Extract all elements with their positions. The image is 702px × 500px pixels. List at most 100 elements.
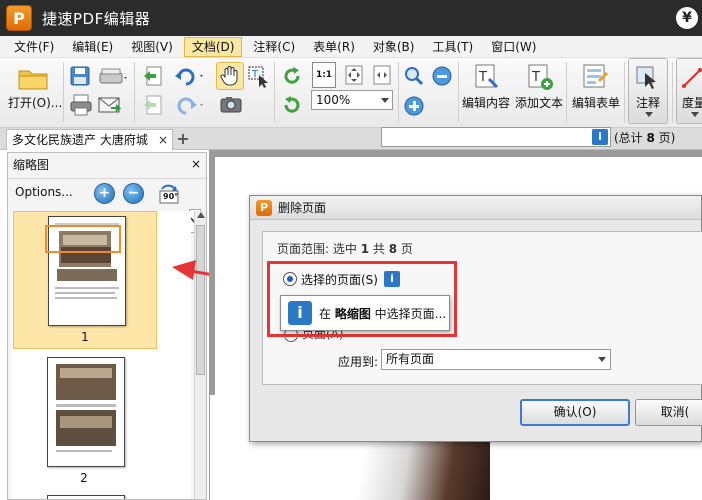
app-title: 捷速PDF编辑器 (42, 9, 151, 28)
menu-object[interactable]: 对象(B) (366, 37, 422, 57)
apply-to-label: 应用到: (338, 355, 379, 369)
svg-text:T: T (478, 70, 487, 85)
actual-size-icon[interactable]: 1:1 (312, 62, 336, 88)
page-next-icon[interactable] (140, 92, 164, 118)
rotate-90-label: 90° (163, 192, 179, 201)
snapshot-icon[interactable] (220, 94, 242, 114)
menu-form[interactable]: 表单(R) (306, 37, 362, 57)
page-range-input[interactable]: i (381, 127, 611, 147)
scrollbar-thumb[interactable] (196, 225, 205, 375)
thumbnail-panel: 缩略图 × Options... + − 90° 1 2 (7, 152, 207, 500)
svg-text:T: T (531, 70, 540, 85)
tooltip: i 在 略缩图 中选择页面... (280, 295, 450, 331)
thumbnail-page-3-partial[interactable] (47, 495, 125, 499)
zoom-out-thumb-icon[interactable]: − (123, 183, 144, 204)
annotate-chevron-down-icon (645, 112, 653, 118)
info-icon[interactable]: i (592, 129, 608, 145)
dialog-title-bar: P 删除页面 (250, 196, 701, 220)
marquee-zoom-icon[interactable] (402, 64, 426, 88)
apply-to-value: 所有页面 (386, 352, 435, 366)
measure-icon (680, 64, 702, 92)
measure-label: 度量 (682, 96, 702, 110)
undo-icon[interactable] (172, 64, 208, 88)
menu-window[interactable]: 窗口(W) (484, 37, 543, 57)
options-menu[interactable]: Options... (15, 185, 73, 199)
email-icon[interactable] (96, 92, 122, 118)
zoom-value: 100% (316, 93, 351, 107)
annotate-label: 注释 (636, 96, 661, 110)
select-text-icon[interactable]: T (246, 64, 270, 90)
thumbnail-image (45, 216, 126, 326)
menu-edit[interactable]: 编辑(E) (65, 37, 120, 57)
panel-close-icon[interactable]: × (191, 157, 201, 171)
redo-icon[interactable] (172, 92, 208, 118)
range-prefix: 页面范围: 选中 (277, 242, 361, 256)
apply-to-select[interactable]: 所有页面 (381, 349, 611, 370)
title-bar: P 捷速PDF编辑器 ¥ (0, 0, 702, 36)
fit-page-icon[interactable] (342, 62, 366, 88)
fit-width-icon[interactable] (370, 62, 394, 88)
svg-text:T: T (251, 69, 259, 80)
print-icon[interactable] (68, 92, 94, 118)
range-suffix: 页 (397, 242, 413, 256)
range-count: 1 (360, 242, 370, 256)
hand-tool-icon[interactable] (216, 62, 244, 90)
tab-document[interactable]: 多文化民族遗产 大唐府城 × (6, 129, 173, 150)
ok-button[interactable]: 确认(O) (520, 399, 630, 426)
toolbar: 打开(O)... T 1:1 100% T 编辑内容 T 添加文本 编辑表单 注… (0, 58, 702, 128)
rotate-cw-icon[interactable] (280, 64, 304, 88)
range-total: 8 (388, 242, 398, 256)
tooltip-text: 在 略缩图 中选择页面... (319, 305, 446, 322)
tab-document-label: 多文化民族遗产 大唐府城 (12, 133, 148, 147)
dialog-logo: P (256, 200, 272, 216)
zoom-in-icon[interactable] (402, 94, 426, 118)
menu-tools[interactable]: 工具(T) (425, 37, 480, 57)
total-pages-label: (总计 8 页) (614, 129, 675, 146)
menu-comment[interactable]: 注释(C) (246, 37, 302, 57)
scanner-icon[interactable] (96, 64, 130, 88)
menu-document[interactable]: 文档(D) (183, 36, 243, 57)
page-prev-icon[interactable] (140, 64, 164, 88)
edit-content-label[interactable]: 编辑内容 (462, 94, 510, 111)
scroll-up-icon[interactable] (197, 212, 205, 218)
add-text-icon[interactable]: T (525, 62, 555, 92)
tooltip-prefix: 在 (319, 306, 335, 321)
dialog-title: 删除页面 (278, 201, 327, 215)
add-text-label[interactable]: 添加文本 (515, 94, 563, 111)
thumbnail-number: 1 (81, 330, 89, 344)
rotate-ccw-icon[interactable] (280, 92, 304, 118)
close-icon[interactable]: × (158, 130, 168, 150)
total-prefix: (总计 (614, 131, 647, 145)
yen-icon[interactable]: ¥ (676, 7, 698, 29)
cancel-button[interactable]: 取消( (635, 399, 702, 426)
menu-bar: 文件(F) 编辑(E) 视图(V) 文档(D) 注释(C) 表单(R) 对象(B… (0, 36, 702, 58)
new-tab-button[interactable]: + (175, 130, 191, 148)
thumbnail-image (47, 357, 125, 467)
thumbnail-view-box (45, 225, 121, 253)
panel-title: 缩略图 (8, 153, 206, 179)
save-icon[interactable] (68, 64, 92, 88)
annotate-icon (634, 64, 662, 92)
menu-view[interactable]: 视图(V) (124, 37, 180, 57)
open-folder-icon[interactable] (16, 64, 50, 92)
total-count: 8 (646, 131, 655, 145)
measure-chevron-down-icon (691, 112, 699, 118)
menu-file[interactable]: 文件(F) (7, 37, 61, 57)
total-suffix: 页) (654, 131, 676, 145)
thumbnail-list: 1 2 (11, 211, 191, 499)
rotate-90-icon[interactable]: 90° (156, 181, 180, 205)
tooltip-suffix: 中选择页面... (370, 306, 447, 321)
chevron-down-icon (381, 98, 389, 103)
edit-content-icon[interactable]: T (472, 62, 502, 92)
app-logo: P (6, 5, 32, 31)
tooltip-bold: 略缩图 (334, 306, 371, 321)
edit-form-icon[interactable] (580, 62, 610, 92)
open-button-label[interactable]: 打开(O)... (8, 94, 62, 111)
zoom-select[interactable]: 100% (311, 90, 393, 110)
thumbnail-page-2[interactable]: 2 (13, 353, 157, 491)
page-range-label: 页面范围: 选中 1 共 8 页 (277, 240, 413, 257)
zoom-in-thumb-icon[interactable]: + (94, 183, 115, 204)
zoom-out-icon[interactable] (430, 64, 454, 88)
edit-form-label[interactable]: 编辑表单 (572, 94, 620, 111)
thumbnail-page-1[interactable]: 1 (13, 211, 157, 349)
